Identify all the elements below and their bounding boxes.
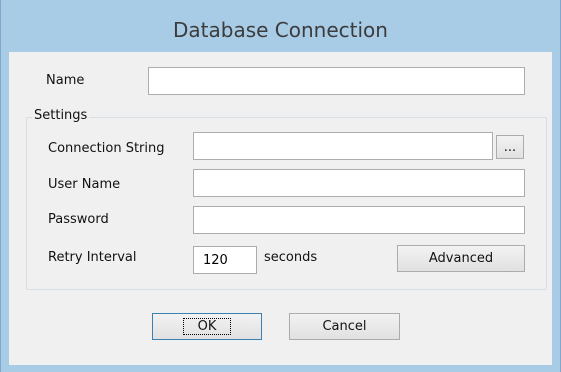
user-name-label: User Name [48,177,121,192]
advanced-button[interactable]: Advanced [397,245,525,272]
connection-string-label: Connection String [48,141,165,156]
password-input[interactable] [193,206,525,234]
user-name-input[interactable] [193,169,525,197]
dialog-title: Database Connection [173,18,388,42]
cancel-button[interactable]: Cancel [289,313,400,340]
settings-group-label: Settings [32,108,90,123]
title-bar[interactable]: Database Connection [1,0,560,52]
connection-string-input[interactable] [193,132,493,160]
browse-connection-button[interactable]: ... [496,135,524,159]
ok-button[interactable]: OK [152,313,262,340]
name-label: Name [46,73,85,88]
password-label: Password [48,212,109,227]
retry-interval-label: Retry Interval [48,250,137,265]
retry-interval-unit: seconds [264,250,318,265]
name-input[interactable] [148,67,525,95]
ok-button-label: OK [182,318,232,335]
retry-interval-input[interactable] [193,246,257,274]
